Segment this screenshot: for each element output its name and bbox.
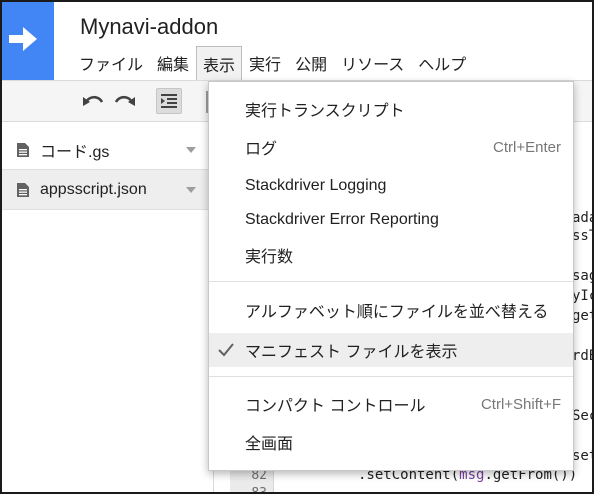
menubar: ファイル 編集 表示 実行 公開 リソース ヘルプ — [72, 46, 473, 80]
file-item-code-gs[interactable]: コード.gs — [2, 130, 208, 170]
menu-item-full-screen[interactable]: 全画面 — [209, 425, 573, 459]
redo-button[interactable] — [112, 88, 138, 114]
code-text: set — [572, 448, 592, 464]
undo-icon — [83, 95, 104, 106]
editor-window: Mynavi-addon ファイル 編集 表示 実行 公開 リソース ヘルプ コ… — [0, 0, 594, 494]
file-menu-caret-icon[interactable] — [186, 187, 196, 193]
menu-file[interactable]: ファイル — [72, 46, 150, 80]
file-name: コード.gs — [40, 143, 110, 161]
code-text: ada — [572, 210, 592, 226]
line-number: 83 — [251, 486, 267, 494]
menu-item-label: 実行トランスクリプト — [245, 103, 405, 120]
menu-item-sort-files[interactable]: アルファベット順にファイルを並べ替える — [209, 293, 573, 327]
app-logo[interactable] — [2, 2, 54, 80]
file-icon — [17, 182, 29, 197]
menu-item-executions[interactable]: 実行数 — [209, 238, 573, 272]
indent-button[interactable] — [156, 88, 182, 114]
menu-item-label: ログ — [245, 141, 278, 158]
code-text: sag — [572, 268, 592, 284]
undo-button[interactable] — [80, 88, 106, 114]
menu-edit[interactable]: 編集 — [150, 46, 196, 80]
file-icon — [17, 142, 29, 157]
menu-publish[interactable]: 公開 — [288, 46, 334, 80]
code-text: Sec — [572, 408, 592, 424]
file-panel: コード.gs appsscript.json — [2, 122, 214, 492]
menu-item-label: コンパクト コントロール — [245, 398, 426, 415]
file-item-appsscript-json[interactable]: appsscript.json — [2, 170, 208, 210]
menu-item-logs[interactable]: ログ Ctrl+Enter — [209, 130, 573, 164]
menu-item-label: マニフェスト ファイルを表示 — [245, 344, 458, 361]
menu-item-label: 全画面 — [245, 436, 294, 453]
menu-item-label: アルファベット順にファイルを並べ替える — [245, 304, 549, 321]
indent-icon — [161, 94, 177, 108]
file-name: appsscript.json — [40, 180, 147, 198]
menu-run[interactable]: 実行 — [242, 46, 288, 80]
menu-item-execution-transcript[interactable]: 実行トランスクリプト — [209, 92, 573, 126]
code-text: rdB — [572, 348, 592, 364]
menu-help[interactable]: ヘルプ — [411, 46, 473, 80]
code-text: ssT — [572, 228, 592, 244]
header: Mynavi-addon ファイル 編集 表示 実行 公開 リソース ヘルプ — [2, 2, 592, 82]
project-title[interactable]: Mynavi-addon — [80, 14, 218, 40]
arrow-right-icon — [9, 27, 37, 51]
checkmark-icon — [218, 343, 234, 357]
menu-item-label: 実行数 — [245, 249, 294, 266]
menu-separator — [209, 281, 573, 282]
view-menu-dropdown: 実行トランスクリプト ログ Ctrl+Enter Stackdriver Log… — [208, 81, 574, 471]
menu-separator — [209, 376, 573, 377]
menu-view[interactable]: 表示 — [196, 46, 243, 80]
menu-item-shortcut: Ctrl+Shift+F — [480, 395, 561, 413]
code-text: yIc — [572, 288, 592, 304]
menu-item-label: Stackdriver Error Reporting — [245, 211, 439, 228]
code-text: get — [572, 308, 592, 324]
menu-item-show-manifest[interactable]: マニフェスト ファイルを表示 — [209, 333, 573, 367]
menu-item-shortcut: Ctrl+Enter — [493, 138, 561, 156]
menu-item-label: Stackdriver Logging — [245, 177, 387, 194]
menu-item-compact-controls[interactable]: コンパクト コントロール Ctrl+Shift+F — [209, 387, 573, 421]
menu-item-stackdriver-error-reporting[interactable]: Stackdriver Error Reporting — [209, 203, 573, 237]
menu-resources[interactable]: リソース — [334, 46, 411, 80]
file-menu-caret-icon[interactable] — [186, 147, 196, 153]
menu-item-stackdriver-logging[interactable]: Stackdriver Logging — [209, 169, 573, 203]
redo-icon — [114, 95, 135, 106]
